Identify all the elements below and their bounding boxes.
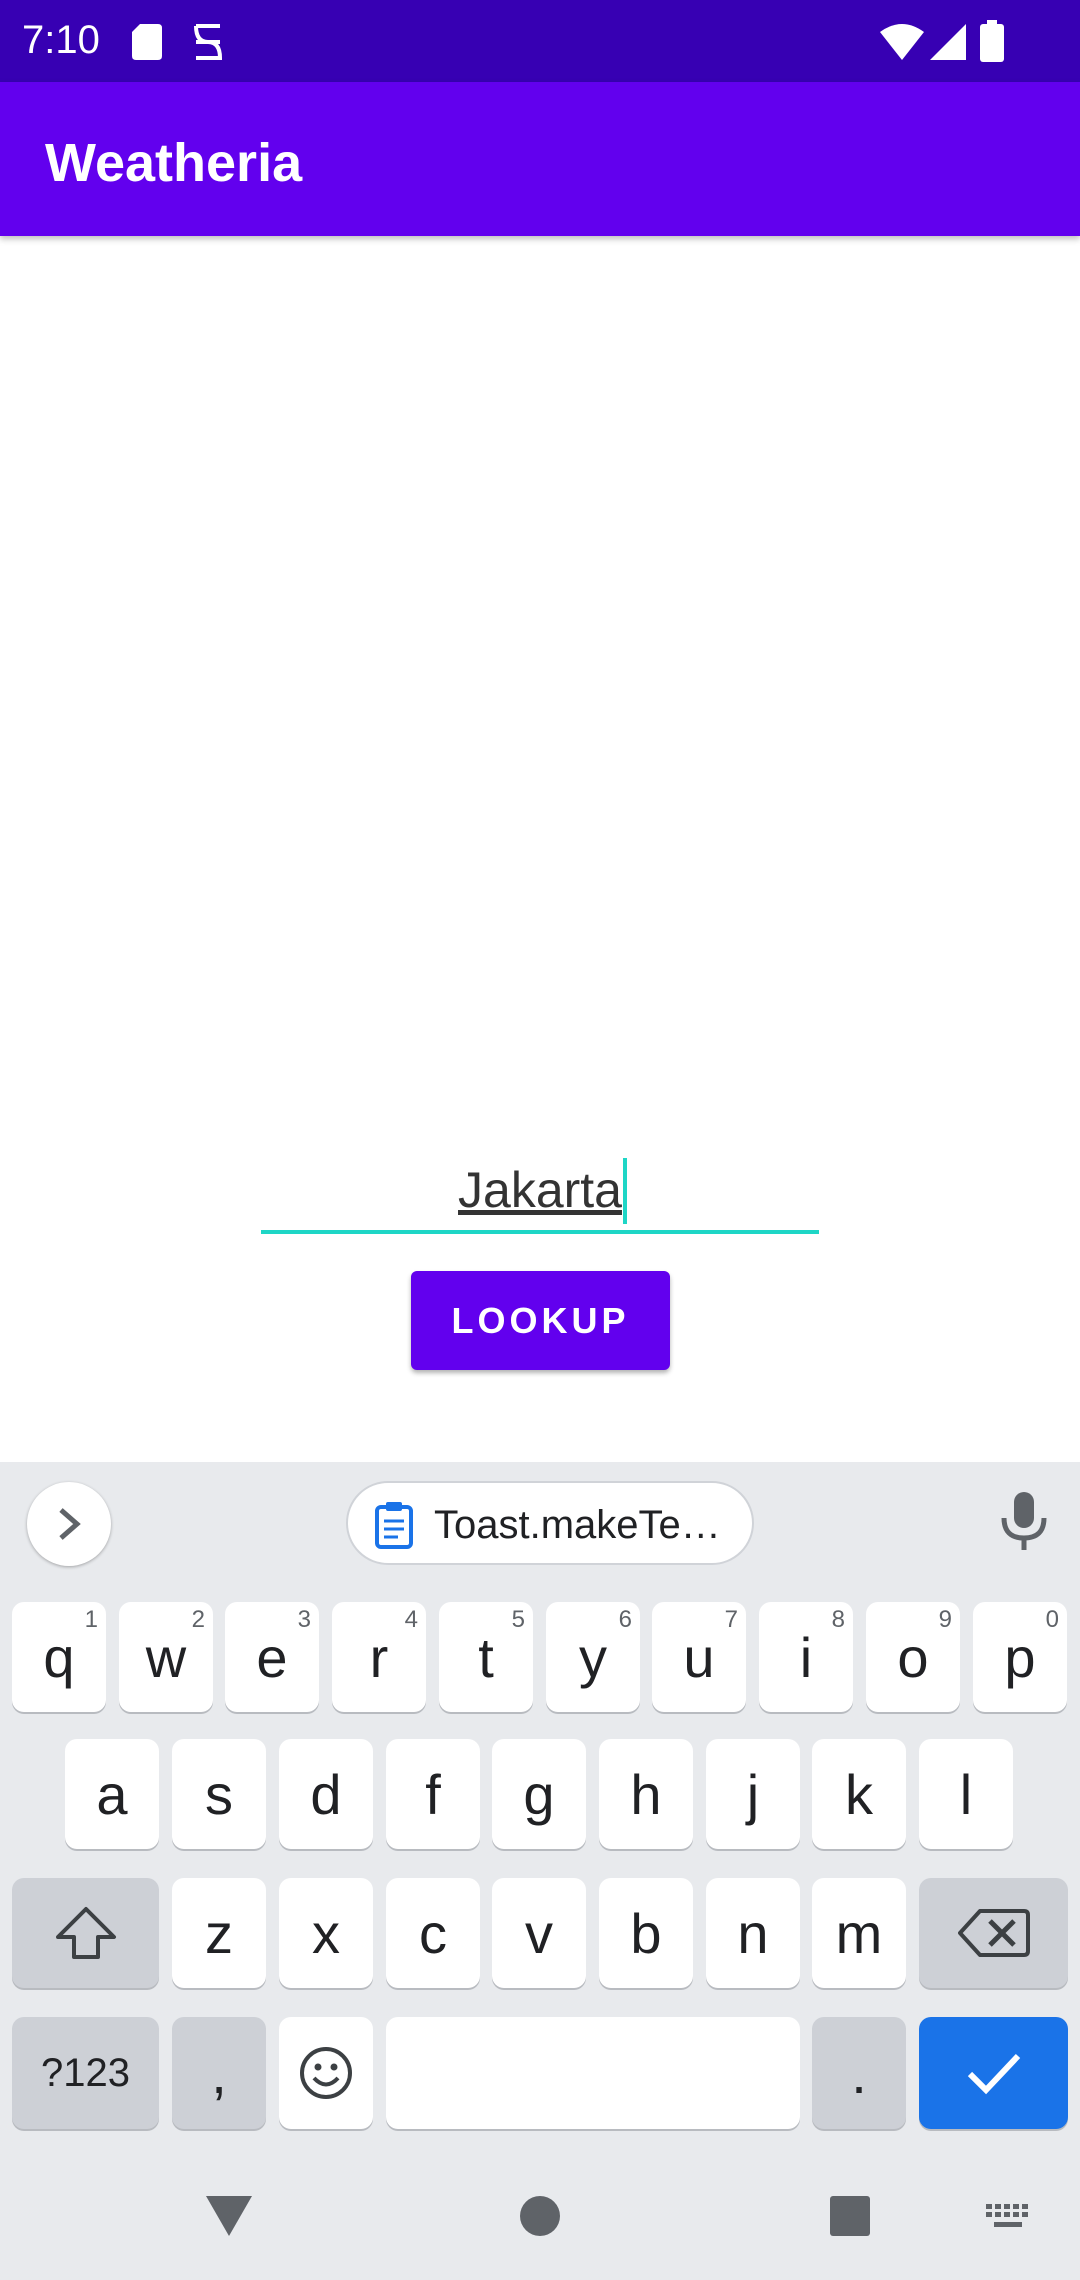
key-label: y [579, 1625, 607, 1689]
checkmark-icon [967, 2053, 1020, 2095]
key-w[interactable]: w2 [119, 1602, 213, 1712]
key-label: u [683, 1625, 715, 1689]
key-label: q [43, 1625, 75, 1689]
keyboard-expand-button[interactable] [27, 1482, 111, 1566]
signal-icon [930, 24, 966, 60]
shift-icon [55, 1907, 116, 1959]
key-hint: 2 [191, 1606, 205, 1633]
key-o[interactable]: o9 [866, 1602, 960, 1712]
key-v[interactable]: v [492, 1878, 586, 1988]
sd-card-icon [132, 24, 162, 60]
status-time: 7:10 [22, 18, 100, 62]
key-label: w [145, 1625, 187, 1689]
emoji-key[interactable] [279, 2017, 373, 2129]
key-label: r [369, 1625, 389, 1689]
period-key[interactable]: . [812, 2017, 906, 2129]
key-s[interactable]: s [172, 1739, 266, 1849]
comma-key[interactable]: , [172, 2017, 266, 2129]
key-label: o [897, 1625, 929, 1689]
key-hint: 8 [831, 1606, 845, 1633]
key-n[interactable]: n [706, 1878, 800, 1988]
app-bar: Weatheria [0, 82, 1080, 236]
status-bar: 7:10 [0, 0, 1080, 82]
key-x[interactable]: x [279, 1878, 373, 1988]
key-z[interactable]: z [172, 1878, 266, 1988]
key-u[interactable]: u7 [652, 1602, 746, 1712]
recents-icon[interactable] [828, 2194, 872, 2238]
key-label: p [1004, 1625, 1036, 1689]
key-p[interactable]: p0 [973, 1602, 1067, 1712]
key-hint: 6 [618, 1606, 632, 1633]
key-q[interactable]: q1 [12, 1602, 106, 1712]
key-label: t [478, 1625, 494, 1689]
emoji-icon [300, 2047, 352, 2099]
home-icon[interactable] [518, 2194, 562, 2238]
key-m[interactable]: m [812, 1878, 906, 1988]
keyboard-switch-icon[interactable] [986, 2204, 1030, 2230]
key-b[interactable]: b [599, 1878, 693, 1988]
city-input[interactable] [261, 1150, 819, 1234]
key-label: i [799, 1625, 813, 1689]
key-a[interactable]: a [65, 1739, 159, 1849]
key-j[interactable]: j [706, 1739, 800, 1849]
key-k[interactable]: k [812, 1739, 906, 1849]
key-d[interactable]: d [279, 1739, 373, 1849]
app-title: Weatheria [45, 133, 303, 193]
wifi-icon [880, 24, 924, 60]
key-hint: 4 [404, 1606, 418, 1633]
lookup-button[interactable]: LOOKUP [411, 1271, 670, 1370]
key-hint: 3 [297, 1606, 311, 1633]
key-y[interactable]: y6 [546, 1602, 640, 1712]
chevron-right-icon [59, 1508, 81, 1540]
clipboard-suggestion-text: Toast.makeTe… [434, 1503, 721, 1547]
key-h[interactable]: h [599, 1739, 693, 1849]
key-hint: 1 [84, 1606, 98, 1633]
key-label: e [256, 1625, 288, 1689]
space-key[interactable] [386, 2017, 800, 2129]
key-hint: 7 [724, 1606, 738, 1633]
key-g[interactable]: g [492, 1739, 586, 1849]
key-f[interactable]: f [386, 1739, 480, 1849]
key-i[interactable]: i8 [759, 1602, 853, 1712]
key-l[interactable]: l [919, 1739, 1013, 1849]
key-hint: 5 [511, 1606, 525, 1633]
clipboard-icon [375, 1502, 413, 1549]
shift-key[interactable] [12, 1878, 159, 1988]
screen-record-icon [194, 24, 223, 60]
text-cursor [623, 1158, 627, 1224]
key-hint: 9 [938, 1606, 952, 1633]
key-t[interactable]: t5 [439, 1602, 533, 1712]
back-icon[interactable] [204, 2194, 254, 2238]
key-e[interactable]: e3 [225, 1602, 319, 1712]
key-hint: 0 [1045, 1606, 1059, 1633]
soft-keyboard: Toast.makeTe… q1 w2 e3 r4 t5 y6 u7 i8 o9… [0, 1462, 1080, 2280]
key-c[interactable]: c [386, 1878, 480, 1988]
backspace-icon [957, 1909, 1030, 1957]
microphone-icon[interactable] [1000, 1492, 1048, 1550]
clipboard-suggestion-chip[interactable]: Toast.makeTe… [346, 1481, 754, 1565]
key-r[interactable]: r4 [332, 1602, 426, 1712]
backspace-key[interactable] [919, 1878, 1068, 1988]
symbols-key[interactable]: ?123 [12, 2017, 159, 2129]
battery-icon [980, 20, 1004, 62]
enter-key[interactable] [919, 2017, 1068, 2129]
